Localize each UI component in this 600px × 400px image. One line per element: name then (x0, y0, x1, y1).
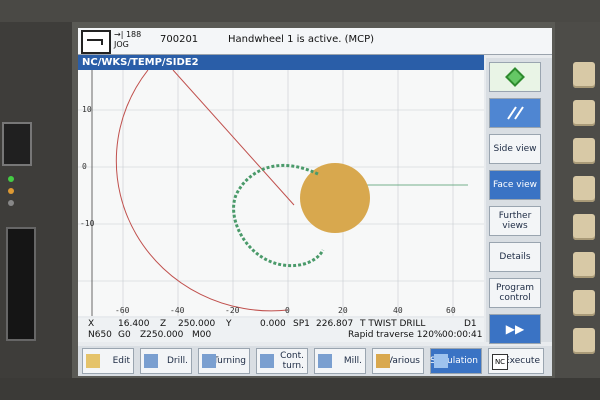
horizontal-softkey-bar: Edit Drill. Turning Cont. turn. Mill. Va… (78, 346, 552, 376)
tool-name: T TWIST DRILL (360, 319, 426, 329)
y-axis-label: Y (226, 319, 232, 329)
simulation-canvas: 0 10 -10 -60 -40 -20 0 20 40 60 (78, 70, 484, 316)
tick-labels: 0 10 -10 -60 -40 -20 0 20 40 60 (80, 105, 456, 315)
x-tick-label: -20 (225, 306, 240, 315)
turning-label: Turning (213, 356, 246, 366)
run-time: 00:00:41 (442, 330, 483, 340)
various-button[interactable]: Various (372, 348, 424, 374)
drill-button[interactable]: Drill. (140, 348, 192, 374)
status-bar: X 16.400 Z 250.000 Y 0.000 SP1 226.807 T… (78, 318, 484, 342)
drill-icon (144, 354, 158, 368)
turning-button[interactable]: Turning (198, 348, 250, 374)
nc-execute-icon: NC (492, 354, 508, 370)
rapid-move-line (172, 70, 295, 206)
side-key[interactable] (573, 328, 595, 354)
x-tick-label: 40 (393, 306, 403, 315)
spindle-value: 226.807 (316, 319, 354, 329)
details-button[interactable]: Details (489, 242, 541, 272)
various-icon (376, 354, 390, 368)
simulation-button[interactable]: Simulation (430, 348, 482, 374)
workpiece-face (300, 163, 370, 233)
x-tick-label: -40 (170, 306, 185, 315)
x-tick-label: 20 (338, 306, 348, 315)
x-position: 16.400 (118, 319, 150, 329)
z-position: 250.000 (178, 319, 216, 329)
mill-label: Mill. (343, 356, 362, 366)
edit-label: Edit (112, 356, 130, 366)
g-code: G0 (118, 330, 131, 340)
header-bar: →| 188 JOG 700201 Handwheel 1 is active.… (78, 28, 552, 55)
vertical-softkey-bar: Side view Face view Further views Detail… (486, 58, 552, 344)
execute-button[interactable]: NC Execute (488, 348, 544, 374)
mode-icon (81, 30, 111, 54)
more-softkeys-button[interactable]: ▶▶ (489, 314, 541, 344)
y-tick-label: 0 (82, 162, 87, 171)
monitor-bezel-right (555, 22, 600, 400)
z-command: Z250.000 (140, 330, 184, 340)
turning-icon (202, 354, 216, 368)
program-number: 700201 (160, 34, 199, 45)
mode-top-value: 188 (125, 30, 142, 39)
monitor-bezel-left (0, 22, 72, 400)
parallel-lines-icon[interactable] (489, 98, 541, 128)
program-path: NC/WKS/TEMP/SIDE2 (78, 55, 484, 70)
spindle-label: SP1 (293, 319, 310, 329)
drill-label: Drill. (167, 356, 188, 366)
x-tick-label: -60 (115, 306, 130, 315)
simulation-icon (434, 354, 448, 368)
x-axis-label: X (88, 319, 95, 329)
x-tick-label: 60 (446, 306, 456, 315)
mill-icon (318, 354, 332, 368)
status-leds (8, 170, 14, 212)
mill-button[interactable]: Mill. (314, 348, 366, 374)
operating-mode: →| 188 JOG (114, 30, 142, 49)
side-key[interactable] (573, 252, 595, 278)
face-view-button[interactable]: Face view (489, 170, 541, 200)
edit-button[interactable]: Edit (82, 348, 134, 374)
mode-label: JOG (114, 40, 129, 49)
side-key[interactable] (573, 290, 595, 316)
side-key[interactable] (573, 100, 595, 126)
led-green (8, 176, 14, 182)
side-key[interactable] (573, 138, 595, 164)
tool-offset: D1 (464, 319, 477, 329)
various-label: Various (386, 356, 420, 366)
program-control-button[interactable]: Program control (489, 278, 541, 308)
led-orange (8, 188, 14, 194)
contour-turn-icon (260, 354, 274, 368)
block-number: N650 (88, 330, 112, 340)
y-position: 0.000 (260, 319, 286, 329)
parallel-lines-glyph (507, 106, 524, 120)
contour-turn-button[interactable]: Cont. turn. (256, 348, 308, 374)
status-message: Handwheel 1 is active. (MCP) (228, 34, 375, 45)
toolpath-arc (115, 70, 289, 312)
network-port (2, 122, 32, 166)
x-tick-label: 0 (285, 306, 290, 315)
z-axis-label: Z (160, 319, 167, 329)
feed-mode: Rapid traverse 120% (348, 330, 443, 340)
edit-icon (86, 354, 100, 368)
led-off (8, 200, 14, 206)
cycle-start-icon[interactable] (489, 62, 541, 92)
simulation-view[interactable]: 0 10 -10 -60 -40 -20 0 20 40 60 (78, 70, 484, 316)
grid-lines (78, 70, 484, 316)
monitor-bezel-top (0, 0, 600, 22)
cnc-screen: →| 188 JOG 700201 Handwheel 1 is active.… (78, 28, 552, 376)
m-code: M00 (192, 330, 212, 340)
execute-label: Execute (504, 356, 540, 366)
side-key[interactable] (573, 214, 595, 240)
further-views-button[interactable]: Further views (489, 206, 541, 236)
monitor-bezel-bottom (0, 378, 600, 400)
y-tick-label: 10 (82, 105, 92, 114)
side-view-button[interactable]: Side view (489, 134, 541, 164)
side-key[interactable] (573, 62, 595, 88)
y-tick-label: -10 (80, 219, 95, 228)
card-slot (6, 227, 36, 341)
side-key[interactable] (573, 176, 595, 202)
